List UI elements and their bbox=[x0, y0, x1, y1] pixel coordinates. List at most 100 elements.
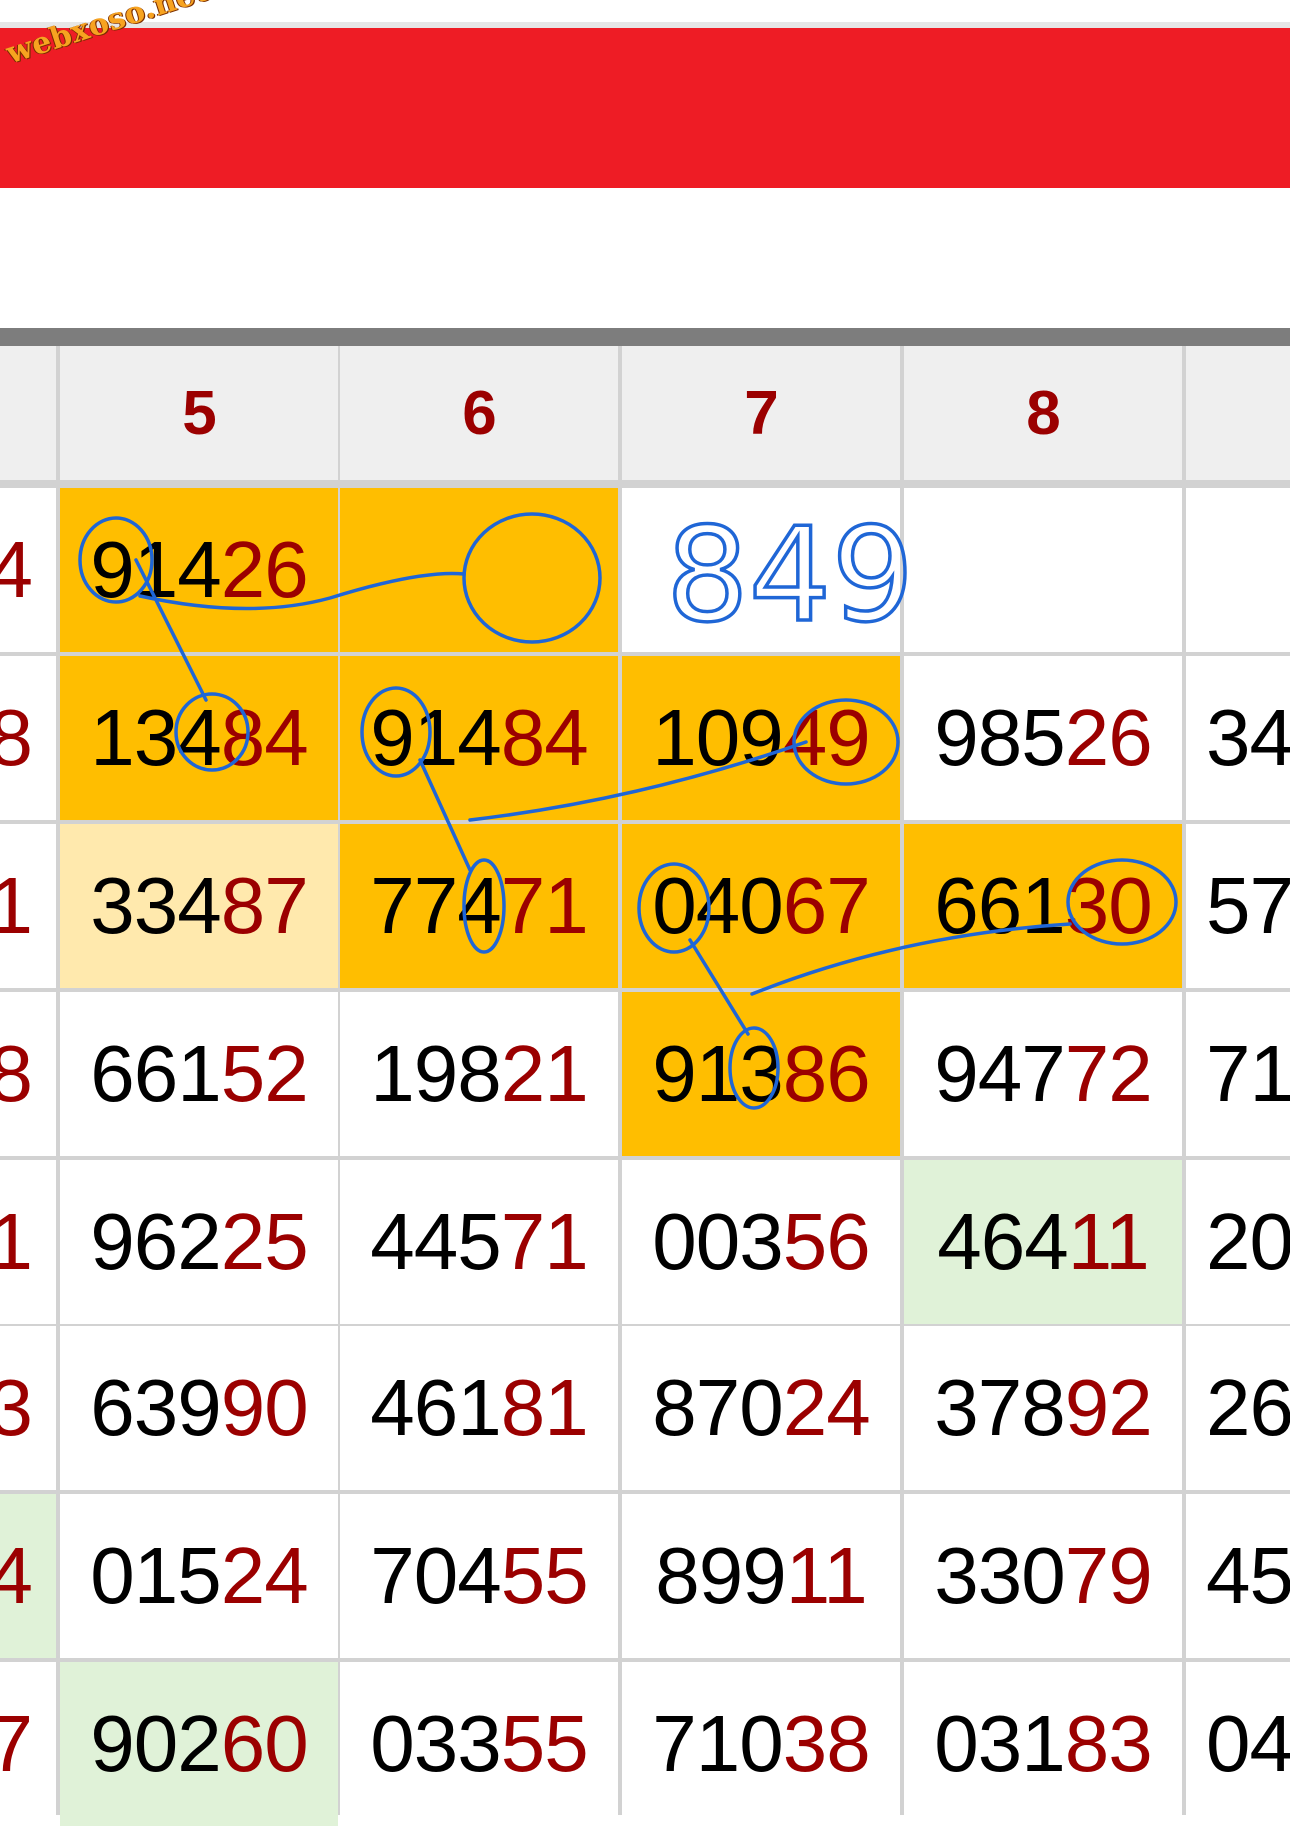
result-last-two: 24 bbox=[220, 1531, 309, 1620]
result-cell[interactable]: 334 87 bbox=[60, 824, 338, 988]
result-prefix: 015 bbox=[90, 1531, 221, 1620]
partial-digit: 8 bbox=[0, 1029, 33, 1118]
partial-digit: 7 bbox=[0, 1699, 33, 1788]
result-last-two: 92 bbox=[1064, 1363, 1153, 1452]
result-last-two: 90 bbox=[220, 1363, 309, 1452]
result-last-two: 30 bbox=[1064, 861, 1153, 950]
result-cell[interactable]: 445 71 bbox=[340, 1160, 618, 1324]
result-last-two: 38 bbox=[782, 1699, 871, 1788]
result-cell[interactable]: 134 84 bbox=[60, 656, 338, 820]
result-last-two: 79 bbox=[1064, 1531, 1153, 1620]
result-prefix: 947 bbox=[934, 1029, 1065, 1118]
result-last-two: 25 bbox=[220, 1197, 309, 1286]
partial-digit: 3 bbox=[0, 1363, 33, 1452]
result-cell[interactable]: 015 24 bbox=[60, 1494, 338, 1658]
result-cell[interactable]: 774 71 bbox=[340, 824, 618, 988]
result-cell[interactable]: 033 55 bbox=[340, 1662, 618, 1826]
result-cell[interactable]: 962 25 bbox=[60, 1160, 338, 1324]
partial-digit: 8 bbox=[0, 693, 33, 782]
result-prefix: 962 bbox=[90, 1197, 221, 1286]
header-cell-partial-right bbox=[1186, 346, 1290, 480]
partial-cell-right: 45 bbox=[1186, 1494, 1290, 1658]
result-cell[interactable]: 109 49 bbox=[622, 656, 900, 820]
result-prefix: 710 bbox=[652, 1699, 783, 1788]
result-prefix: 661 bbox=[934, 861, 1065, 950]
result-prefix: 033 bbox=[370, 1699, 501, 1788]
partial-digit: 1 bbox=[0, 861, 33, 950]
result-prefix: 198 bbox=[370, 1029, 501, 1118]
result-cell[interactable]: 899 11 bbox=[622, 1494, 900, 1658]
partial-digits: 26 bbox=[1206, 1363, 1290, 1452]
result-prefix: 774 bbox=[370, 861, 501, 950]
result-cell[interactable]: 913 86 bbox=[622, 992, 900, 1156]
result-cell[interactable]: 710 38 bbox=[622, 1662, 900, 1826]
result-cell[interactable]: 378 92 bbox=[904, 1326, 1182, 1490]
result-cell[interactable]: 040 67 bbox=[622, 824, 900, 988]
result-cell[interactable]: 870 24 bbox=[622, 1326, 900, 1490]
result-prefix: 445 bbox=[370, 1197, 501, 1286]
result-cell[interactable]: 947 72 bbox=[904, 992, 1182, 1156]
result-cell[interactable] bbox=[904, 488, 1182, 652]
result-cell[interactable]: 639 90 bbox=[60, 1326, 338, 1490]
partial-cell-right: 04 bbox=[1186, 1662, 1290, 1826]
partial-cell-left: 1 bbox=[0, 1160, 56, 1324]
result-prefix: 031 bbox=[934, 1699, 1065, 1788]
result-last-two: 86 bbox=[782, 1029, 871, 1118]
result-last-two: 55 bbox=[500, 1531, 589, 1620]
result-cell[interactable]: 198 21 bbox=[340, 992, 618, 1156]
header-cell-partial-left bbox=[0, 346, 56, 480]
result-prefix: 639 bbox=[90, 1363, 221, 1452]
result-last-two: 26 bbox=[220, 525, 309, 614]
partial-digits: 45 bbox=[1206, 1531, 1290, 1620]
result-cell[interactable]: 704 55 bbox=[340, 1494, 618, 1658]
result-cell[interactable]: 902 60 bbox=[60, 1662, 338, 1826]
result-prefix: 378 bbox=[934, 1363, 1065, 1452]
result-last-two: 72 bbox=[1064, 1029, 1153, 1118]
partial-digits: 57 bbox=[1206, 861, 1290, 950]
result-last-two: 67 bbox=[782, 861, 871, 950]
result-cell[interactable]: 003 56 bbox=[622, 1160, 900, 1324]
partial-digit: 4 bbox=[0, 1531, 33, 1620]
result-cell[interactable]: 661 52 bbox=[60, 992, 338, 1156]
result-cell[interactable]: 464 11 bbox=[904, 1160, 1182, 1324]
result-last-two: 84 bbox=[220, 693, 309, 782]
result-cell[interactable]: 661 30 bbox=[904, 824, 1182, 988]
partial-cell-left: 8 bbox=[0, 992, 56, 1156]
result-prefix: 461 bbox=[370, 1363, 501, 1452]
result-prefix: 040 bbox=[652, 861, 783, 950]
result-cell[interactable] bbox=[622, 488, 900, 652]
results-table: 5 6 7 8 4 914 26 8 134 84 914 84 109 49 985 26 34 1 334 87 7… bbox=[0, 346, 1290, 1826]
partial-cell-right: 20 bbox=[1186, 1160, 1290, 1324]
result-last-two: 83 bbox=[1064, 1699, 1153, 1788]
result-cell[interactable]: 914 84 bbox=[340, 656, 618, 820]
result-last-two: 49 bbox=[782, 693, 871, 782]
result-last-two: 26 bbox=[1064, 693, 1153, 782]
result-prefix: 913 bbox=[652, 1029, 783, 1118]
partial-digit: 1 bbox=[0, 1197, 33, 1286]
column-header-5: 5 bbox=[60, 346, 338, 480]
column-header-6: 6 bbox=[340, 346, 618, 480]
result-last-two: 11 bbox=[785, 1531, 868, 1620]
table-top-bar bbox=[0, 328, 1290, 346]
result-last-two: 56 bbox=[782, 1197, 871, 1286]
partial-digit: 4 bbox=[0, 525, 33, 614]
result-prefix: 914 bbox=[370, 693, 501, 782]
result-cell[interactable]: 031 83 bbox=[904, 1662, 1182, 1826]
result-prefix: 985 bbox=[934, 693, 1065, 782]
result-last-two: 11 bbox=[1067, 1197, 1150, 1286]
result-cell[interactable]: 461 81 bbox=[340, 1326, 618, 1490]
result-prefix: 109 bbox=[652, 693, 783, 782]
partial-cell-left: 1 bbox=[0, 824, 56, 988]
result-cell[interactable]: 985 26 bbox=[904, 656, 1182, 820]
result-last-two: 71 bbox=[500, 861, 589, 950]
result-last-two: 21 bbox=[500, 1029, 589, 1118]
result-cell[interactable] bbox=[340, 488, 618, 652]
result-prefix: 464 bbox=[937, 1197, 1068, 1286]
partial-digits: 34 bbox=[1206, 693, 1290, 782]
partial-cell-left: 3 bbox=[0, 1326, 56, 1490]
result-prefix: 334 bbox=[90, 861, 221, 950]
result-prefix: 003 bbox=[652, 1197, 783, 1286]
result-cell[interactable]: 330 79 bbox=[904, 1494, 1182, 1658]
result-cell[interactable]: 914 26 bbox=[60, 488, 338, 652]
partial-digits: 20 bbox=[1206, 1197, 1290, 1286]
